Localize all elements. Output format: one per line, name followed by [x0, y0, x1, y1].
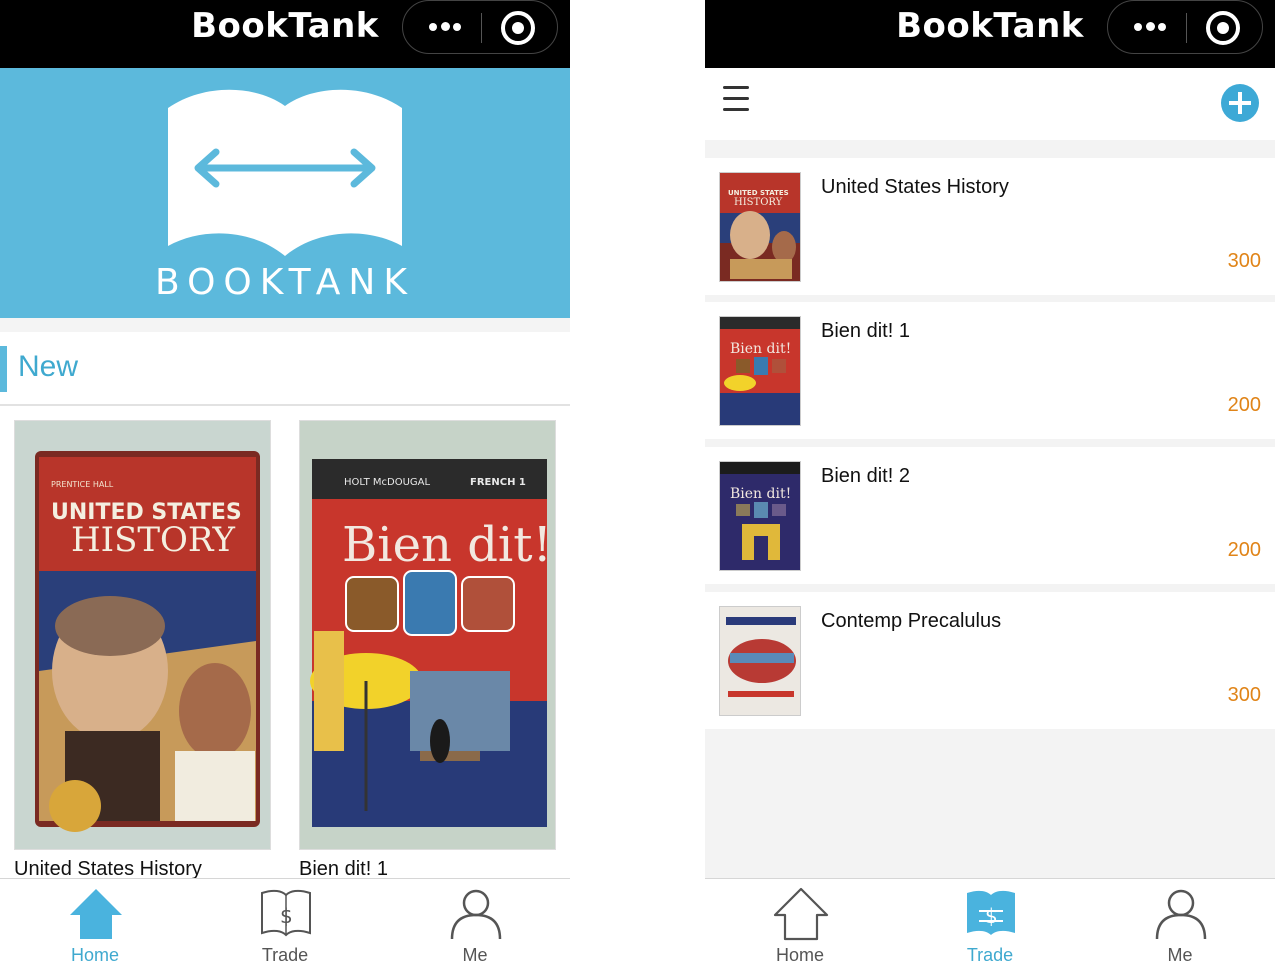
section-spacer: [0, 318, 570, 332]
logo-wordmark: BOOKTANK: [155, 262, 415, 303]
hamburger-menu-icon[interactable]: [723, 84, 749, 114]
tab-label: Home: [70, 945, 119, 965]
listing-title: Bien dit! 2: [821, 465, 910, 487]
new-section-header: New: [0, 332, 570, 406]
tab-trade[interactable]: $ Trade: [190, 879, 380, 976]
person-icon: [450, 889, 502, 940]
tab-me[interactable]: Me: [1085, 879, 1275, 976]
listing-title: Contemp Precalulus: [821, 610, 1002, 632]
close-target-icon[interactable]: [1206, 11, 1240, 45]
tab-trade[interactable]: $ Trade: [895, 879, 1085, 976]
person-icon: [1155, 889, 1207, 940]
capsule-divider: [1186, 13, 1187, 43]
tab-home[interactable]: Home: [705, 879, 895, 976]
listing-price: 200: [1227, 539, 1261, 561]
tab-label: Me: [462, 945, 488, 965]
trade-toolbar: [705, 68, 1275, 140]
listing-title: Bien dit! 1: [821, 320, 910, 342]
svg-text:Bien dit!: Bien dit!: [342, 517, 552, 573]
svg-text:$: $: [985, 904, 998, 928]
home-screen: BookTank BOOKTANK New PRENTICE HALL UNIT…: [0, 0, 570, 976]
svg-text:HOLT McDOUGAL: HOLT McDOUGAL: [344, 477, 430, 488]
svg-text:$: $: [280, 904, 293, 928]
trade-book-dollar-icon: $: [967, 890, 1015, 935]
tab-bar: Home $ Trade Me: [705, 878, 1275, 976]
tab-bar: Home $ Trade Me: [0, 878, 570, 976]
section-accent-bar: [0, 346, 7, 392]
listing-row[interactable]: Contemp Precalulus 300: [705, 592, 1275, 729]
listing-row[interactable]: Bien dit! Bien dit! 2 200: [705, 447, 1275, 584]
listing-title: United States History: [821, 176, 1009, 198]
section-title: New: [18, 350, 79, 383]
hero-banner: BOOKTANK: [0, 68, 570, 318]
listing-price: 300: [1227, 684, 1261, 706]
svg-text:Bien dit!: Bien dit!: [730, 341, 791, 357]
book-thumbnail: UNITED STATES HISTORY: [719, 172, 801, 282]
trade-book-dollar-icon: $: [261, 889, 311, 937]
tab-label: Home: [775, 945, 824, 965]
svg-text:UNITED STATES: UNITED STATES: [728, 189, 789, 197]
svg-text:HISTORY: HISTORY: [71, 520, 235, 560]
book-thumbnail: Bien dit!: [719, 316, 801, 426]
title-bar: BookTank: [0, 0, 570, 68]
miniprogram-capsule: [402, 0, 558, 54]
more-icon[interactable]: [1130, 15, 1170, 39]
tab-me[interactable]: Me: [380, 879, 570, 976]
united-states-history-cover: PRENTICE HALL UNITED STATES HISTORY: [15, 421, 270, 849]
listing-price: 300: [1227, 250, 1261, 272]
svg-text:PRENTICE HALL: PRENTICE HALL: [51, 480, 114, 489]
tab-label: Me: [1167, 945, 1193, 965]
title-bar: BookTank: [705, 0, 1275, 68]
home-icon: [773, 887, 829, 941]
svg-text:HISTORY: HISTORY: [734, 197, 783, 208]
miniprogram-capsule: [1107, 0, 1263, 54]
home-icon: [70, 889, 122, 939]
bien-dit-1-cover: HOLT McDOUGAL FRENCH 1 Bien dit!: [300, 421, 555, 849]
tab-home[interactable]: Home: [0, 879, 190, 976]
svg-text:Bien dit!: Bien dit!: [730, 486, 791, 502]
book-cover-bien-dit-1[interactable]: HOLT McDOUGAL FRENCH 1 Bien dit!: [299, 420, 556, 850]
open-book-double-arrow-icon: [168, 89, 402, 256]
more-icon[interactable]: [425, 15, 465, 39]
plus-circle-icon[interactable]: [1221, 84, 1259, 122]
listing-row[interactable]: Bien dit! Bien dit! 1 200: [705, 302, 1275, 439]
listing-row[interactable]: UNITED STATES HISTORY United States Hist…: [705, 158, 1275, 295]
close-target-icon[interactable]: [501, 11, 535, 45]
trade-screen: BookTank UNITED STATES HISTORY United St…: [705, 0, 1275, 976]
capsule-divider: [481, 13, 482, 43]
book-cover-united-states-history[interactable]: PRENTICE HALL UNITED STATES HISTORY: [14, 420, 271, 850]
tab-label: Trade: [966, 945, 1014, 965]
svg-text:FRENCH 1: FRENCH 1: [470, 477, 526, 488]
book-thumbnail: [719, 606, 801, 716]
listing-price: 200: [1227, 394, 1261, 416]
tab-label: Trade: [261, 945, 309, 965]
book-thumbnail: Bien dit!: [719, 461, 801, 571]
